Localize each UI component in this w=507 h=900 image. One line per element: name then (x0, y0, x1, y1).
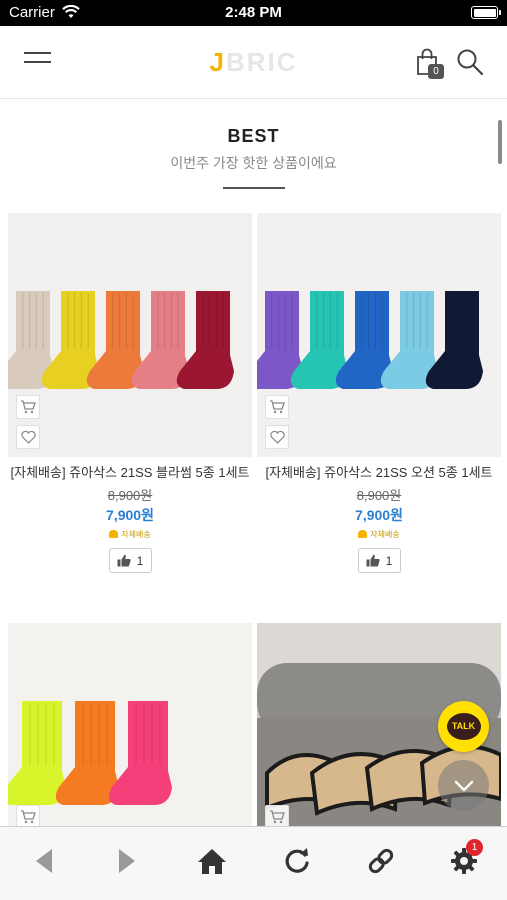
sock-shape (108, 701, 172, 805)
cart-button[interactable]: 0 (416, 48, 446, 80)
forward-arrow-icon (119, 849, 135, 873)
product-name[interactable]: [자체배송] 쥬아삭스 21SS 블라썸 5종 1세트 (8, 463, 252, 483)
cart-icon (270, 400, 285, 414)
product-image[interactable] (8, 213, 252, 457)
thumbs-up-icon (117, 554, 131, 567)
badge-heart-icon (358, 530, 368, 538)
home-icon (198, 849, 226, 874)
product-card[interactable]: [자체배송] 쥬아삭스 21SS 오션 5종 1세트 8,900원 7,900원… (257, 213, 501, 573)
browser-toolbar: 1 (0, 826, 507, 900)
like-button[interactable]: 1 (108, 548, 152, 573)
kakao-talk-button[interactable]: TALK (438, 701, 489, 752)
add-to-cart-button[interactable] (16, 395, 40, 419)
like-button[interactable]: 1 (357, 548, 401, 573)
delivery-badge: 자체배송 (257, 528, 501, 542)
product-image[interactable] (257, 213, 501, 457)
refresh-icon (285, 848, 309, 873)
status-bar: Carrier 2:48 PM (0, 0, 507, 26)
thumbs-up-icon (366, 554, 380, 567)
home-button[interactable] (194, 843, 230, 879)
like-count: 1 (136, 553, 144, 568)
share-link-button[interactable] (363, 843, 399, 879)
section-divider (223, 187, 285, 189)
cart-icon (21, 400, 36, 414)
product-photo (257, 291, 483, 389)
cart-count-badge: 0 (428, 64, 444, 79)
product-card[interactable]: [자체배송] 쥬아삭스 21SS 블라썸 5종 1세트 8,900원 7,900… (8, 213, 252, 573)
forward-button[interactable] (109, 843, 145, 879)
original-price: 8,900원 (356, 488, 402, 503)
sock-shape (425, 291, 483, 389)
sale-price: 7,900원 (355, 507, 403, 523)
section-title: BEST (227, 126, 280, 146)
heart-icon (269, 430, 285, 444)
battery-icon (471, 6, 501, 19)
original-price: 8,900원 (107, 488, 153, 503)
clock: 2:48 PM (225, 4, 282, 21)
back-button[interactable] (26, 843, 62, 879)
back-arrow-icon (36, 849, 52, 873)
like-count: 1 (385, 553, 393, 568)
notification-badge: 1 (466, 839, 483, 856)
wishlist-button[interactable] (265, 425, 289, 449)
wishlist-button[interactable] (16, 425, 40, 449)
sock-shape (8, 701, 66, 805)
add-to-cart-button[interactable] (265, 395, 289, 419)
link-icon (368, 848, 394, 874)
section-subtitle: 이번주 가장 핫한 상품이에요 (170, 155, 337, 171)
scroll-down-button[interactable] (438, 760, 489, 811)
app-screen: Carrier 2:48 PM JBRIC 0 BEST 이번주 가장 핫한 상… (0, 0, 507, 900)
cart-icon (21, 810, 36, 824)
settings-button[interactable]: 1 (446, 839, 483, 879)
chevron-down-icon (454, 780, 473, 791)
refresh-button[interactable] (279, 843, 315, 879)
heart-icon (20, 430, 36, 444)
sale-price: 7,900원 (106, 507, 154, 523)
app-header: JBRIC 0 (0, 26, 507, 99)
sock-shape (176, 291, 234, 389)
product-photo (8, 291, 234, 389)
delivery-badge: 자체배송 (8, 528, 252, 542)
sock-shape (55, 701, 119, 805)
search-icon (457, 49, 484, 76)
badge-heart-icon (109, 530, 119, 538)
search-button[interactable] (456, 48, 486, 78)
product-name[interactable]: [자체배송] 쥬아삭스 21SS 오션 5종 1세트 (257, 463, 501, 483)
talk-icon: TALK (446, 713, 481, 740)
cart-icon (270, 810, 285, 824)
